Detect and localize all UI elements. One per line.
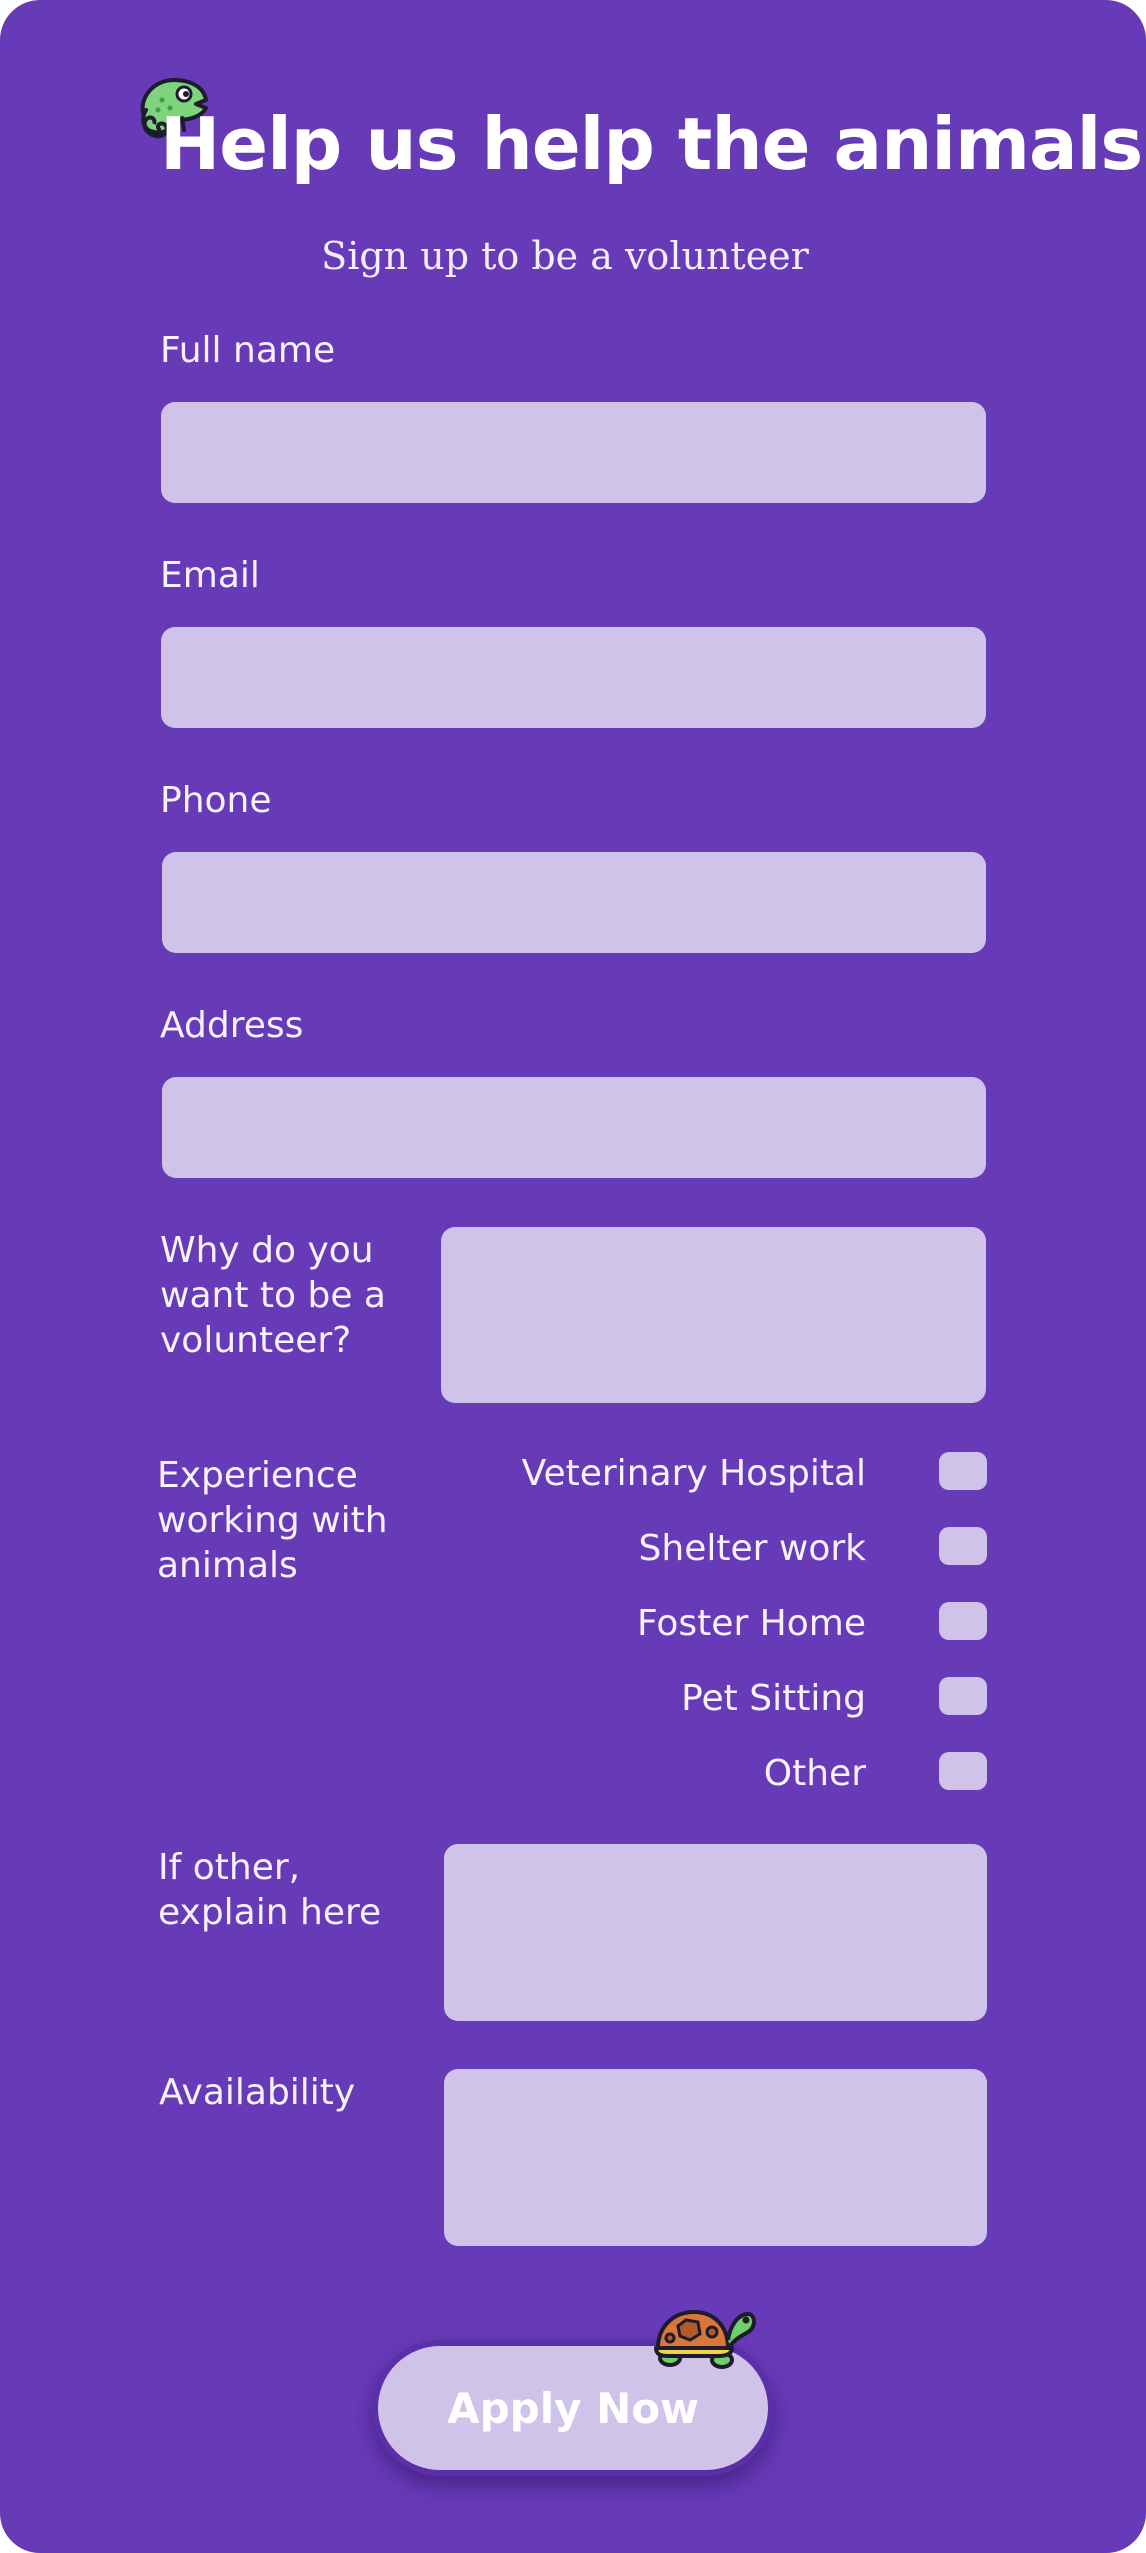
email-label: Email [160, 555, 260, 596]
pet-sitting-checkbox[interactable] [939, 1677, 987, 1715]
email-input[interactable] [161, 627, 986, 728]
availability-label: Availability [159, 2072, 356, 2113]
full-name-label: Full name [160, 330, 336, 371]
option-shelter-work-label: Shelter work [638, 1528, 866, 1569]
turtle-icon [654, 2310, 756, 2369]
address-input[interactable] [162, 1077, 986, 1178]
availability-textarea[interactable] [444, 2069, 987, 2246]
option-pet-sitting-label: Pet Sitting [681, 1678, 866, 1719]
phone-label: Phone [160, 780, 272, 821]
address-label: Address [160, 1005, 304, 1046]
page-subtitle: Sign up to be a volunteer [321, 234, 809, 278]
other-explain-label: If other, explain here [158, 1847, 382, 1933]
page-title: Help us help the animals [160, 102, 1143, 186]
experience-label: Experience working with animals [157, 1455, 388, 1586]
why-volunteer-textarea[interactable] [441, 1227, 986, 1403]
apply-now-label: Apply Now [447, 2383, 699, 2433]
other-checkbox[interactable] [939, 1752, 987, 1790]
option-foster-home-label: Foster Home [636, 1603, 866, 1644]
why-volunteer-label: Why do you want to be a volunteer? [160, 1230, 386, 1361]
phone-input[interactable] [162, 852, 986, 953]
option-veterinary-hospital-label: Veterinary Hospital [521, 1453, 866, 1494]
option-other-label: Other [763, 1753, 866, 1794]
signup-card: Help us help the animals Sign up to be a… [0, 0, 1146, 2553]
veterinary-hospital-checkbox[interactable] [939, 1452, 987, 1490]
full-name-input[interactable] [161, 402, 986, 503]
foster-home-checkbox[interactable] [939, 1602, 987, 1640]
shelter-work-checkbox[interactable] [939, 1527, 987, 1565]
other-explain-textarea[interactable] [444, 1844, 987, 2021]
